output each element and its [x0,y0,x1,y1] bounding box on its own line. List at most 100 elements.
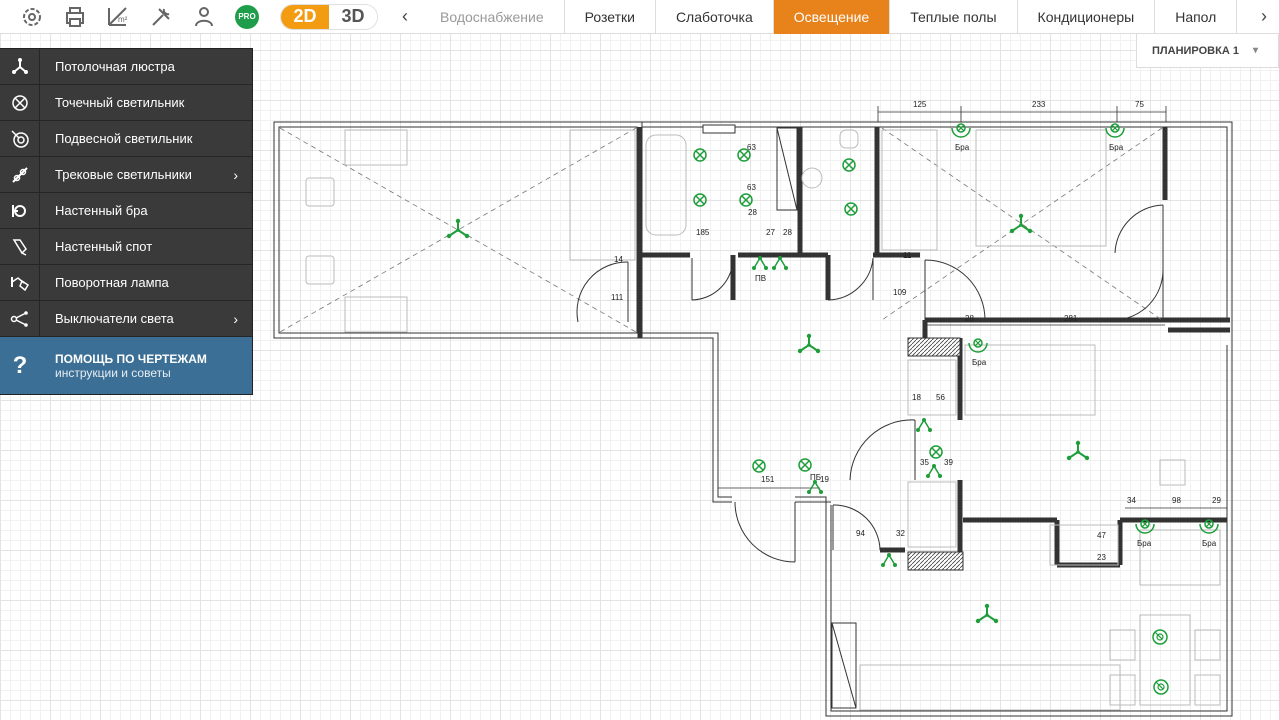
dim-28b: 28 [783,228,792,237]
sconce-label: Бра [1109,143,1124,152]
menu-item-label: Подвесной светильник [55,131,193,146]
tab-water-supply[interactable]: Водоснабжение [420,0,565,34]
sconce-label: Бра [972,358,987,367]
pro-icon[interactable]: PRO [233,3,261,31]
dim-56: 56 [936,393,945,402]
top-toolbar: m² PRO 2D 3D ‹ Водоснабжение Розетки Сла… [0,0,1279,34]
pendant-lamp-icon[interactable] [1153,679,1169,695]
dim-32: 32 [896,529,905,538]
light-switch-icon[interactable] [915,417,933,433]
light-switch-icon[interactable] [771,255,789,271]
dim-109: 109 [893,288,907,297]
lighting-menu: Потолочная люстра Точечный светильник По… [0,48,253,395]
spotlight-icon[interactable] [929,445,943,459]
dim-281: 281 [1064,314,1078,323]
tab-low-voltage[interactable]: Слаботочка [656,0,774,34]
tab-air-conditioners[interactable]: Кондиционеры [1018,0,1156,34]
spotlight-icon[interactable] [693,148,707,162]
light-switch-icon[interactable] [880,552,898,568]
pendant-lamp-icon[interactable] [1152,629,1168,645]
dim-23: 23 [1097,553,1106,562]
track-light-icon [0,156,40,193]
help-drawings-button[interactable]: ? ПОМОЩЬ ПО ЧЕРТЕЖАМ инструкции и советы [0,337,252,394]
chevron-left-icon[interactable]: ‹ [390,0,420,34]
settings-icon[interactable] [18,3,46,31]
dim-35: 35 [920,458,929,467]
chevron-right-icon[interactable]: › [1249,0,1279,34]
tab-sockets[interactable]: Розетки [565,0,656,34]
column [907,337,961,357]
wall-sconce-icon [0,192,40,229]
menu-item-swivel-lamp[interactable]: Поворотная лампа [0,264,252,301]
menu-item-label: Настенный бра [55,203,148,218]
dim-11: 11 [903,251,912,260]
ceiling-chandelier-icon[interactable] [1065,439,1091,462]
menu-item-label: Выключатели света [55,311,174,326]
dim-94: 94 [856,529,865,538]
pendant-lamp-icon [0,120,40,157]
dim-14: 14 [614,255,623,264]
dim-28a: 28 [748,208,757,217]
spotlight-icon[interactable] [842,158,856,172]
tab-lighting[interactable]: Освещение [773,0,891,34]
ventilation-switch-icon[interactable] [751,255,769,271]
ceiling-chandelier-icon[interactable] [1008,212,1034,235]
ceiling-chandelier-icon[interactable] [796,332,822,355]
spotlight-icon[interactable] [737,148,751,162]
dim-29: 29 [1212,496,1221,505]
menu-item-spotlight[interactable]: Точечный светильник [0,84,252,121]
help-title: ПОМОЩЬ ПО ЧЕРТЕЖАМ [55,351,207,366]
mode-2d-button[interactable]: 2D [281,4,329,29]
switch-label-pb: ПБ [810,473,821,482]
layout-selector[interactable]: ПЛАНИРОВКА 1 ▾ [1136,34,1279,68]
menu-item-wall-sconce[interactable]: Настенный бра [0,192,252,229]
menu-item-pendant-lamp[interactable]: Подвесной светильник [0,120,252,157]
area-icon[interactable]: m² [104,3,132,31]
wall-sconce-icon[interactable] [1105,123,1125,138]
menu-item-light-switches[interactable]: Выключатели света › [0,300,252,337]
dim-151: 151 [761,475,775,484]
ceiling-chandelier-icon[interactable] [974,602,1000,625]
view-mode-toggle: 2D 3D [280,3,378,30]
spotlight-icon[interactable] [798,458,812,472]
dim-111: 111 [611,293,624,302]
furniture [305,129,1221,711]
tab-heated-floors[interactable]: Теплые полы [890,0,1018,34]
wall-sconce-icon[interactable] [951,123,971,138]
dim-185: 185 [696,228,710,237]
print-icon[interactable] [61,3,89,31]
menu-item-label: Поворотная лампа [55,275,169,290]
spotlight-icon[interactable] [739,193,753,207]
menu-item-label: Потолочная люстра [55,59,175,74]
menu-item-ceiling-chandelier[interactable]: Потолочная люстра [0,48,252,85]
menu-item-label: Трековые светильники [55,167,192,182]
ceiling-chandelier-icon[interactable] [445,217,471,240]
category-tabs: ‹ Водоснабжение Розетки Слаботочка Освещ… [390,0,1279,34]
spotlight-icon[interactable] [693,193,707,207]
column [702,124,736,134]
tools-icon[interactable] [147,3,175,31]
chevron-right-icon: › [233,310,238,327]
dim-98: 98 [1172,496,1181,505]
help-subtitle: инструкции и советы [55,365,171,380]
spotlight-icon[interactable] [752,459,766,473]
column [907,551,964,571]
doors [576,127,1164,709]
dim-63b: 63 [747,183,756,192]
pro-badge: PRO [235,4,259,29]
tabs-scroll: Водоснабжение Розетки Слаботочка Освещен… [420,0,1249,34]
dim-28c: 28 [965,314,974,323]
menu-item-label: Настенный спот [55,239,153,254]
mode-3d-button[interactable]: 3D [329,4,377,29]
menu-item-wall-spot[interactable]: Настенный спот [0,228,252,265]
tool-icons: m² PRO [0,0,276,34]
tab-floor-coverings[interactable]: Напол [1155,0,1238,34]
dim-233: 233 [1032,100,1046,109]
dim-39: 39 [944,458,953,467]
menu-item-track-lights[interactable]: Трековые светильники › [0,156,252,193]
sconce-label: Бра [955,143,970,152]
dim-27: 27 [766,228,775,237]
expert-icon[interactable] [190,3,218,31]
dim-19: 19 [820,475,829,484]
spotlight-icon[interactable] [844,202,858,216]
